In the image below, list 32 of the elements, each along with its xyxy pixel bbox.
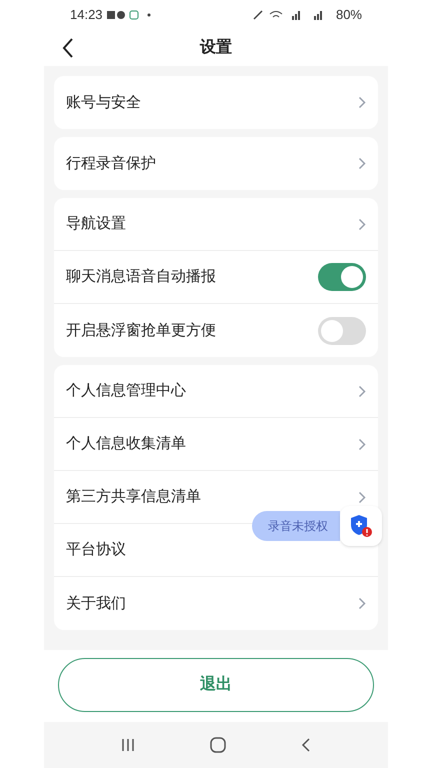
setting-label: 账号与安全 bbox=[66, 92, 141, 113]
back-button[interactable] bbox=[62, 38, 74, 58]
shield-button[interactable] bbox=[340, 506, 382, 546]
chevron-right-icon bbox=[358, 218, 366, 231]
setting-label: 第三方共享信息清单 bbox=[66, 487, 201, 508]
setting-label: 平台协议 bbox=[66, 540, 126, 560]
setting-label: 导航设置 bbox=[66, 214, 126, 234]
page-title: 设置 bbox=[200, 38, 232, 58]
setting-label: 聊天消息语音自动播报 bbox=[66, 267, 216, 288]
back-icon bbox=[62, 38, 74, 58]
chevron-right-icon bbox=[358, 157, 366, 170]
setting-label: 个人信息管理中心 bbox=[66, 381, 186, 402]
setting-label: 开启悬浮窗抢单更方便 bbox=[66, 320, 216, 341]
setting-label: 个人信息收集清单 bbox=[66, 434, 186, 454]
home-icon[interactable] bbox=[210, 737, 226, 754]
battery-level: 80% bbox=[336, 6, 362, 24]
chevron-right-icon bbox=[358, 490, 366, 504]
recent-apps-icon[interactable] bbox=[121, 738, 136, 752]
logout-button[interactable]: 退出 bbox=[58, 658, 374, 712]
chevron-right-icon bbox=[358, 96, 366, 110]
notification-icons bbox=[106, 10, 153, 20]
chevron-right-icon bbox=[358, 438, 366, 451]
setting-label: 行程录音保护 bbox=[66, 154, 156, 174]
back-nav-icon[interactable] bbox=[300, 737, 311, 754]
recording-unauthorized-badge[interactable]: 录音未授权 bbox=[252, 511, 340, 542]
chevron-right-icon bbox=[358, 384, 366, 398]
status-time: 14:23 bbox=[70, 6, 103, 24]
setting-label: 关于我们 bbox=[66, 594, 126, 614]
toggle-switch[interactable] bbox=[318, 263, 366, 292]
toggle-switch[interactable] bbox=[318, 316, 366, 345]
chevron-right-icon bbox=[358, 597, 366, 610]
shield-alert-icon bbox=[349, 514, 373, 538]
